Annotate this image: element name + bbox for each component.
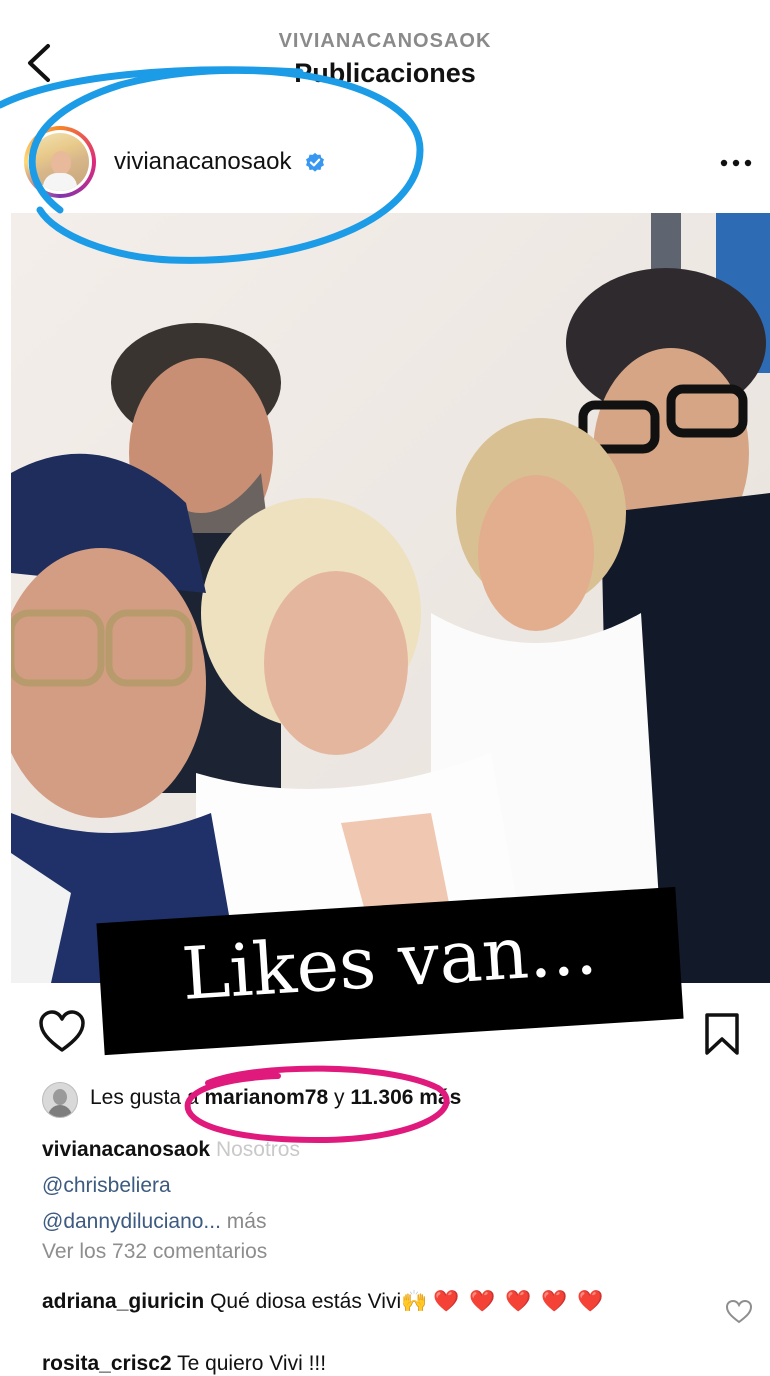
comment-1-text: Qué diosa estás Vivi🙌 <box>210 1290 428 1313</box>
caption-username[interactable]: vivianacanosaok <box>42 1138 210 1161</box>
caption-more-link[interactable]: más <box>227 1210 267 1233</box>
comment-1-username[interactable]: adriana_giuricin <box>42 1290 204 1313</box>
bookmark-icon[interactable] <box>702 1012 742 1056</box>
likes-prefix: Les gusta a <box>90 1086 199 1109</box>
mention-2[interactable]: @dannydiluciano... <box>42 1210 221 1233</box>
post-username[interactable]: vivianacanosaok <box>114 148 326 176</box>
comment-2-username[interactable]: rosita_crisc2 <box>42 1352 172 1375</box>
comment-1: adriana_giuricin Qué diosa estás Vivi🙌 ❤… <box>42 1284 702 1320</box>
top-bar: VIVIANACANOSAOK Publicaciones <box>0 0 770 105</box>
likes-summary[interactable]: Les gusta a marianom78 y 11.306 más <box>42 1082 742 1118</box>
header-account-name: VIVIANACANOSAOK <box>278 30 492 52</box>
avatar-photo <box>31 133 89 191</box>
caption-text: Nosotros <box>215 1138 300 1161</box>
mention-1[interactable]: @chrisbeliera <box>42 1168 742 1204</box>
post-caption: vivianacanosaok Nosotros @chrisbeliera @… <box>42 1132 742 1240</box>
liker-avatar <box>42 1082 78 1118</box>
post-username-text: vivianacanosaok <box>114 148 292 175</box>
post-actions <box>0 1000 770 1070</box>
liker-username[interactable]: marianom78 <box>204 1086 328 1109</box>
profile-avatar[interactable] <box>24 126 96 198</box>
likes-conjunction: y <box>334 1086 345 1109</box>
likes-text: Les gusta a marianom78 y 11.306 más <box>90 1086 461 1110</box>
comment-2: rosita_crisc2 Te quiero Vivi !!! <box>42 1352 326 1376</box>
comment-heart-icon[interactable] <box>726 1300 752 1324</box>
more-options-icon[interactable] <box>720 158 752 168</box>
likes-count[interactable]: 11.306 más <box>350 1086 461 1109</box>
heart-icon[interactable] <box>38 1010 86 1054</box>
comment-1-hearts: ❤️ ❤️ ❤️ ❤️ ❤️ <box>433 1290 606 1313</box>
post-photo[interactable] <box>11 213 770 983</box>
verified-badge-icon <box>306 152 325 172</box>
comment-2-text: Te quiero Vivi !!! <box>177 1352 327 1375</box>
page-title: Publicaciones <box>294 58 476 88</box>
post-header: vivianacanosaok <box>0 118 770 208</box>
view-comments-link[interactable]: Ver los 732 comentarios <box>42 1240 267 1264</box>
